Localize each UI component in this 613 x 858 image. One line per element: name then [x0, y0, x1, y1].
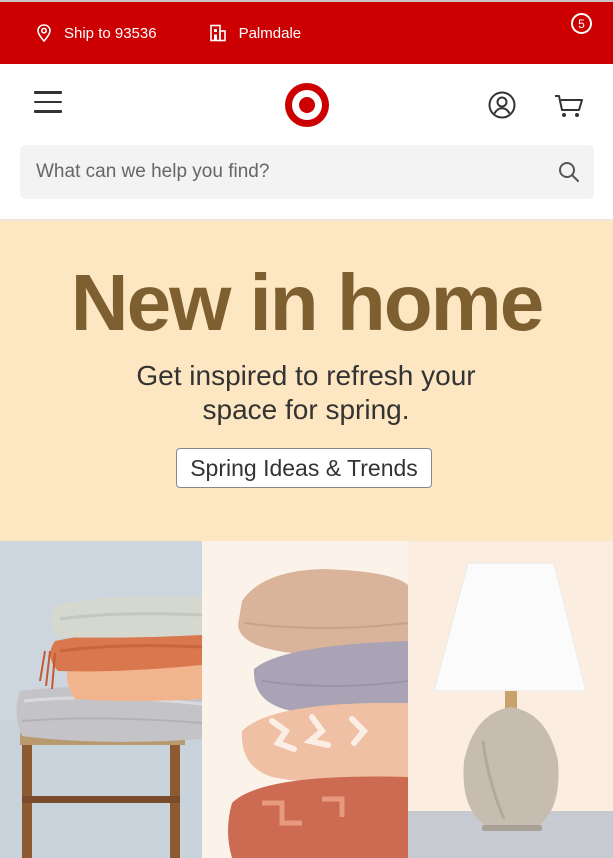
store-icon: [209, 24, 226, 42]
spring-ideas-button[interactable]: Spring Ideas & Trends: [176, 448, 432, 488]
lamp-image[interactable]: [408, 541, 613, 858]
hero-title: New in home: [70, 258, 544, 347]
product-image-row: [0, 541, 613, 858]
hero-subtitle: Get inspired to refresh your space for s…: [136, 360, 476, 425]
hero-banner: New in home Get inspired to refresh your…: [0, 221, 613, 541]
blankets-image[interactable]: [0, 541, 202, 858]
location-pin-icon: [37, 24, 51, 42]
ship-to-label: Ship to 93536: [64, 24, 157, 42]
site-header: [0, 64, 613, 144]
ship-to-button[interactable]: Ship to 93536: [36, 24, 157, 42]
search-icon[interactable]: [558, 161, 580, 183]
store-selector-button[interactable]: Palmdale: [209, 24, 302, 42]
location-bar: Ship to 93536 Palmdale: [0, 0, 613, 64]
cart-count-badge: 5: [571, 13, 592, 34]
hamburger-menu-icon[interactable]: [34, 91, 62, 115]
store-label: Palmdale: [238, 24, 302, 42]
pillows-image[interactable]: [202, 541, 408, 858]
account-icon[interactable]: [487, 90, 517, 120]
search-input[interactable]: [20, 145, 558, 199]
search-bar: [20, 145, 594, 199]
cart-icon[interactable]: [552, 88, 586, 122]
target-bullseye-icon[interactable]: [284, 82, 330, 128]
